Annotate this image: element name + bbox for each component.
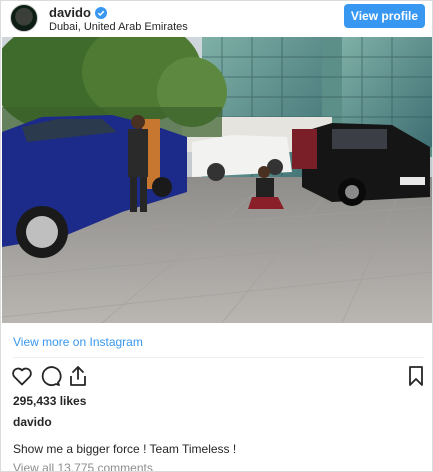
post-header: davido Dubai, United Arab Emirates View … xyxy=(1,1,432,35)
comment-icon[interactable] xyxy=(38,364,62,388)
action-bar xyxy=(1,364,432,390)
divider xyxy=(13,357,424,358)
verified-badge-icon xyxy=(94,6,107,19)
username-row: davido xyxy=(49,5,107,20)
view-profile-button[interactable]: View profile xyxy=(344,4,425,28)
caption-text: Show me a bigger force ! Team Timeless ! xyxy=(13,442,237,456)
username[interactable]: davido xyxy=(49,5,91,20)
location[interactable]: Dubai, United Arab Emirates xyxy=(49,21,188,33)
instagram-embed: davido Dubai, United Arab Emirates View … xyxy=(0,0,433,472)
view-more-link[interactable]: View more on Instagram xyxy=(13,335,143,349)
view-comments-link[interactable]: View all 13,775 comments xyxy=(13,461,153,471)
avatar[interactable] xyxy=(10,4,38,32)
post-photo[interactable] xyxy=(2,37,432,323)
bookmark-icon[interactable] xyxy=(404,364,428,388)
share-icon[interactable] xyxy=(66,364,90,388)
caption-username[interactable]: davido xyxy=(13,415,52,429)
heart-icon[interactable] xyxy=(10,364,34,388)
likes-count[interactable]: 295,433 likes xyxy=(13,394,86,408)
